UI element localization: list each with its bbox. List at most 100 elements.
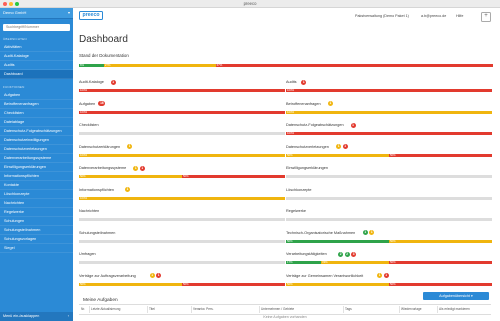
category-einwilligungserklärungen[interactable]: Einwilligungserklärungen: [286, 166, 328, 170]
sidebar-item-audits[interactable]: Audits: [0, 61, 73, 70]
category-label: Betroffenenanfragen: [286, 101, 321, 106]
sidebar-item-betroffenenanfragen[interactable]: Betroffenenanfragen: [0, 100, 73, 109]
sidebar: Demo GmbH ▾ Suchbegriff/Nummer Übersicht…: [0, 8, 73, 321]
sidebar-item-aktivitäten[interactable]: Aktivitäten: [0, 43, 73, 52]
status-badge-yellow: 1: [377, 273, 383, 278]
sidebar-item-kontakte[interactable]: Kontakte: [0, 181, 73, 190]
sidebar-item-datenschutzverletzungen[interactable]: Datenschutzverletzungen: [0, 145, 73, 154]
sidebar-item-checklisten[interactable]: Checklisten: [0, 109, 73, 118]
category-audits[interactable]: Audits: [286, 80, 297, 84]
my-tasks-title: Meine Aufgaben: [83, 298, 118, 303]
org-package-label: Pakstverwaltung (Demo Paket 1): [355, 14, 409, 18]
progress-segment: 27%: [103, 64, 216, 68]
category-progress-bar: 100%: [79, 153, 285, 157]
column-header-als-erledigt-markieren[interactable]: Als erledigt markieren: [439, 305, 470, 314]
collapse-menu-button[interactable]: Menü ein-/ausklappen ‹: [0, 312, 73, 321]
category-label: Einwilligungserklärungen: [286, 166, 329, 170]
category-audit-kataloge[interactable]: Audit-Kataloge: [79, 80, 104, 84]
category-technisch-organisatorische-maßnahmen[interactable]: Technisch-Organisatorische Maßnahmen: [286, 231, 355, 235]
category-umfragen[interactable]: Umfragen: [79, 252, 96, 256]
category-progress-bar: 100%: [79, 196, 285, 200]
chevron-down-icon: ▾: [67, 10, 70, 15]
task-overview-button[interactable]: Aufgabenübersicht ▾: [423, 292, 489, 300]
category-betroffenenanfragen[interactable]: Betroffenenanfragen: [286, 102, 321, 106]
status-badge-yellow: 1: [149, 273, 155, 278]
category-progress-bar: 50% 50%: [79, 282, 285, 286]
sidebar-item-datenschutz-folgeabschätzungen[interactable]: Datenschutz-Folgeabschätzungen: [0, 127, 73, 136]
sidebar-section-overviews: Übersichten: [3, 37, 27, 41]
category-löschkonzepte[interactable]: Löschkonzepte: [286, 188, 312, 192]
help-link[interactable]: Hilfe: [456, 14, 463, 18]
category-label: Regelwerke: [286, 209, 307, 213]
category-verarbeitungstätigkeiten[interactable]: Verarbeitungstätigkeiten: [286, 252, 327, 256]
status-badge-red: 1: [383, 273, 389, 278]
progress-segment: 50%: [389, 239, 492, 243]
column-header-tags[interactable]: Tags: [345, 305, 352, 314]
category-verträge-zur-auftragsverarbeitung[interactable]: Verträge zur Auftragsverarbeitung: [79, 274, 136, 278]
sidebar-item-einwilligungserklärungen[interactable]: Einwilligungserklärungen: [0, 163, 73, 172]
status-badge-green: 2: [344, 251, 350, 257]
progress-segment: 50%: [389, 153, 492, 157]
category-progress-bar: [286, 196, 492, 200]
user-email[interactable]: a.b@preeco.de: [421, 14, 446, 18]
tasks-table-header: Nr. Letzte Aktualisierung Titel Verantw. Pe…: [79, 304, 491, 315]
status-badge-green: 2: [338, 251, 344, 257]
category-progress-bar: 100%: [286, 110, 492, 114]
category-datenverarbeitungssysteme[interactable]: Datenverarbeitungssysteme: [79, 166, 126, 170]
category-checklisten[interactable]: Checklisten: [79, 123, 99, 127]
progress-segment: 100%: [79, 110, 285, 114]
category-regelwerke[interactable]: Regelwerke: [286, 209, 306, 213]
category-progress-bar: [286, 218, 492, 222]
sidebar-item-löschkonzepte[interactable]: Löschkonzepte: [0, 190, 73, 199]
category-label: Nachrichten: [79, 209, 100, 213]
sidebar-item-aufgaben[interactable]: Aufgaben: [0, 91, 73, 100]
sidebar-item-schulungsvorlagen[interactable]: Schulungsvorlagen: [0, 235, 73, 244]
sidebar-item-datenverarbeitungssysteme[interactable]: Datenverarbeitungssysteme: [0, 154, 73, 163]
category-label: Audit-Kataloge: [79, 80, 104, 84]
category-schulungsteilnahmen[interactable]: Schulungsteilnahmen: [79, 231, 115, 235]
column-header-unternehmen-gebiete[interactable]: Unternehmen / Gebiete: [261, 305, 294, 314]
category-label: Schulungsteilnahmen: [79, 230, 116, 235]
org-selector[interactable]: Demo GmbH ▾: [0, 8, 73, 19]
status-badge-yellow: 1: [133, 165, 139, 171]
sidebar-item-regelwerke[interactable]: Regelwerke: [0, 208, 73, 217]
tasks-empty-message: Keine Aufgaben vorhanden: [263, 315, 307, 319]
category-nachrichten[interactable]: Nachrichten: [79, 209, 99, 213]
category-label: Aufgaben: [79, 101, 96, 106]
category-progress-bar: 50% 50%: [286, 153, 492, 157]
category-progress-bar: 100%: [79, 110, 285, 114]
progress-segment: 50%: [389, 282, 492, 286]
sidebar-item-dateiablage[interactable]: Dateiablage: [0, 118, 73, 127]
category-datenschutzverletzungen[interactable]: Datenschutzverletzungen: [286, 145, 329, 149]
progress-segment: 17%: [286, 261, 322, 265]
sidebar-item-siegel[interactable]: Siegel: [0, 244, 73, 253]
progress-segment: 50%: [286, 282, 389, 286]
sidebar-item-dashboard[interactable]: Dashboard: [0, 69, 73, 79]
column-divider: [259, 306, 260, 313]
add-icon[interactable]: +: [481, 12, 491, 22]
sidebar-item-informationspflichten[interactable]: Informationspflichten: [0, 172, 73, 181]
sidebar-item-audit-kataloge[interactable]: Audit-Kataloge: [0, 52, 73, 61]
sidebar-item-schulungen[interactable]: Schulungen: [0, 217, 73, 226]
status-badge-red: 1: [342, 144, 348, 149]
sidebar-item-datenschutzeinwilligungen[interactable]: Datenschutzeinwilligungen: [0, 136, 73, 145]
column-header-letzte-aktualisierung[interactable]: Letzte Aktualisierung: [91, 305, 120, 314]
category-progress-bar: 17% 33% 50%: [286, 261, 492, 265]
sidebar-item-nachrichten[interactable]: Nachrichten: [0, 199, 73, 208]
preeco-logo: preeco: [79, 11, 103, 20]
progress-segment: 100%: [286, 89, 492, 93]
sidebar-item-schulungsteilnahmen[interactable]: Schulungsteilnahmen: [0, 226, 73, 235]
page-title: Dashboard: [79, 34, 128, 45]
column-header-nr[interactable]: Nr.: [81, 305, 85, 314]
category-informationspflichten[interactable]: Informationspflichten: [79, 188, 114, 192]
category-label: Datenschutz-Folgeabschätzungen: [286, 123, 344, 127]
column-header-wiedervorlage[interactable]: Wiedervorlage: [401, 305, 422, 314]
search-input[interactable]: Suchbegriff/Nummer: [3, 24, 70, 31]
category-datenschutz-folgeabschätzungen[interactable]: Datenschutz-Folgeabschätzungen: [286, 123, 344, 127]
category-progress-bar: 100%: [286, 89, 492, 93]
category-datenschutzerklärungen[interactable]: Datenschutzerklärungen: [79, 145, 120, 149]
category-aufgaben[interactable]: Aufgaben: [79, 102, 95, 106]
column-header-titel[interactable]: Titel: [149, 305, 155, 314]
category-verträge-zur-gemeinsamen-verantwortlichkeit[interactable]: Verträge zur Gemeinsamen Verantwortlichk…: [286, 274, 363, 278]
column-header-verantw-pers[interactable]: Verantw. Pers.: [193, 305, 214, 314]
